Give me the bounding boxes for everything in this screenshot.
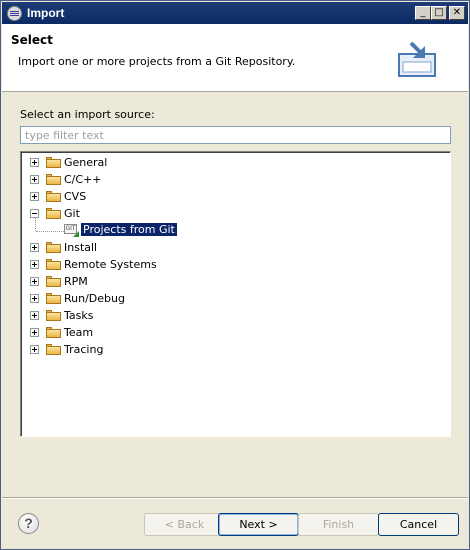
button-bar-separator — [2, 497, 468, 499]
page-description: Import one or more projects from a Git R… — [18, 55, 296, 68]
title-bar[interactable]: Import _ □ ✕ — [2, 2, 468, 24]
expand-icon[interactable] — [30, 192, 39, 201]
import-source-tree[interactable]: General C/C++ CVS Git GIT Projects from … — [20, 151, 451, 437]
tree-item-projects-from-git[interactable]: GIT Projects from Git — [21, 222, 221, 239]
folder-open-icon — [46, 208, 61, 219]
import-wizard-icon — [398, 41, 436, 77]
expand-icon[interactable] — [30, 158, 39, 167]
tree-item-tracing[interactable]: Tracing — [21, 341, 221, 358]
tree-item-run-debug[interactable]: Run/Debug — [21, 290, 221, 307]
maximize-button[interactable]: □ — [431, 6, 447, 20]
finish-button[interactable]: Finish — [298, 513, 379, 536]
expand-icon[interactable] — [30, 260, 39, 269]
close-button[interactable]: ✕ — [449, 6, 465, 20]
page-title: Select — [11, 33, 53, 47]
expand-icon[interactable] — [30, 311, 39, 320]
folder-icon — [46, 327, 61, 338]
tree-item-remote-systems[interactable]: Remote Systems — [21, 256, 221, 273]
tree-item-label: C/C++ — [64, 173, 102, 186]
git-projects-icon: GIT — [64, 224, 79, 237]
help-icon[interactable]: ? — [18, 513, 39, 534]
eclipse-icon — [7, 6, 22, 21]
next-button[interactable]: Next > — [218, 513, 299, 536]
folder-icon — [46, 259, 61, 270]
tree-item-label: Tasks — [64, 309, 94, 322]
folder-icon — [46, 157, 61, 168]
tree-item-label: Run/Debug — [64, 292, 125, 305]
minimize-button[interactable]: _ — [415, 6, 431, 20]
cancel-button[interactable]: Cancel — [378, 513, 459, 536]
tree-item-label: General — [64, 156, 108, 169]
tree-item-label: Team — [64, 326, 94, 339]
expand-icon[interactable] — [30, 328, 39, 337]
tree-item-cvs[interactable]: CVS — [21, 188, 221, 205]
folder-icon — [46, 310, 61, 321]
import-dialog: Import _ □ ✕ Select Import one or more p… — [0, 0, 470, 550]
expand-icon[interactable] — [30, 175, 39, 184]
tree-item-install[interactable]: Install — [21, 239, 221, 256]
folder-icon — [46, 276, 61, 287]
tree-item-cpp[interactable]: C/C++ — [21, 171, 221, 188]
window-title: Import — [27, 6, 65, 20]
tree-item-label: Remote Systems — [64, 258, 157, 271]
tree-item-general[interactable]: General — [21, 154, 221, 171]
back-button[interactable]: < Back — [144, 513, 225, 536]
import-source-label: Select an import source: — [20, 108, 155, 121]
tree-item-label: CVS — [64, 190, 87, 203]
wizard-header: Select Import one or more projects from … — [2, 24, 468, 92]
filter-input[interactable] — [20, 126, 451, 144]
folder-icon — [46, 293, 61, 304]
folder-icon — [46, 174, 61, 185]
tree-item-label: Install — [64, 241, 98, 254]
tree-item-rpm[interactable]: RPM — [21, 273, 221, 290]
tree-item-label: Projects from Git — [81, 223, 177, 236]
expand-icon[interactable] — [30, 243, 39, 252]
tree-item-label: Git — [64, 207, 80, 220]
folder-icon — [46, 242, 61, 253]
tree-item-team[interactable]: Team — [21, 324, 221, 341]
folder-icon — [46, 191, 61, 202]
expand-icon[interactable] — [30, 294, 39, 303]
tree-item-label: Tracing — [64, 343, 104, 356]
tree-item-tasks[interactable]: Tasks — [21, 307, 221, 324]
collapse-icon[interactable] — [30, 209, 39, 218]
expand-icon[interactable] — [30, 345, 39, 354]
expand-icon[interactable] — [30, 277, 39, 286]
tree-item-label: RPM — [64, 275, 88, 288]
tree-item-git[interactable]: Git — [21, 205, 221, 222]
folder-icon — [46, 344, 61, 355]
